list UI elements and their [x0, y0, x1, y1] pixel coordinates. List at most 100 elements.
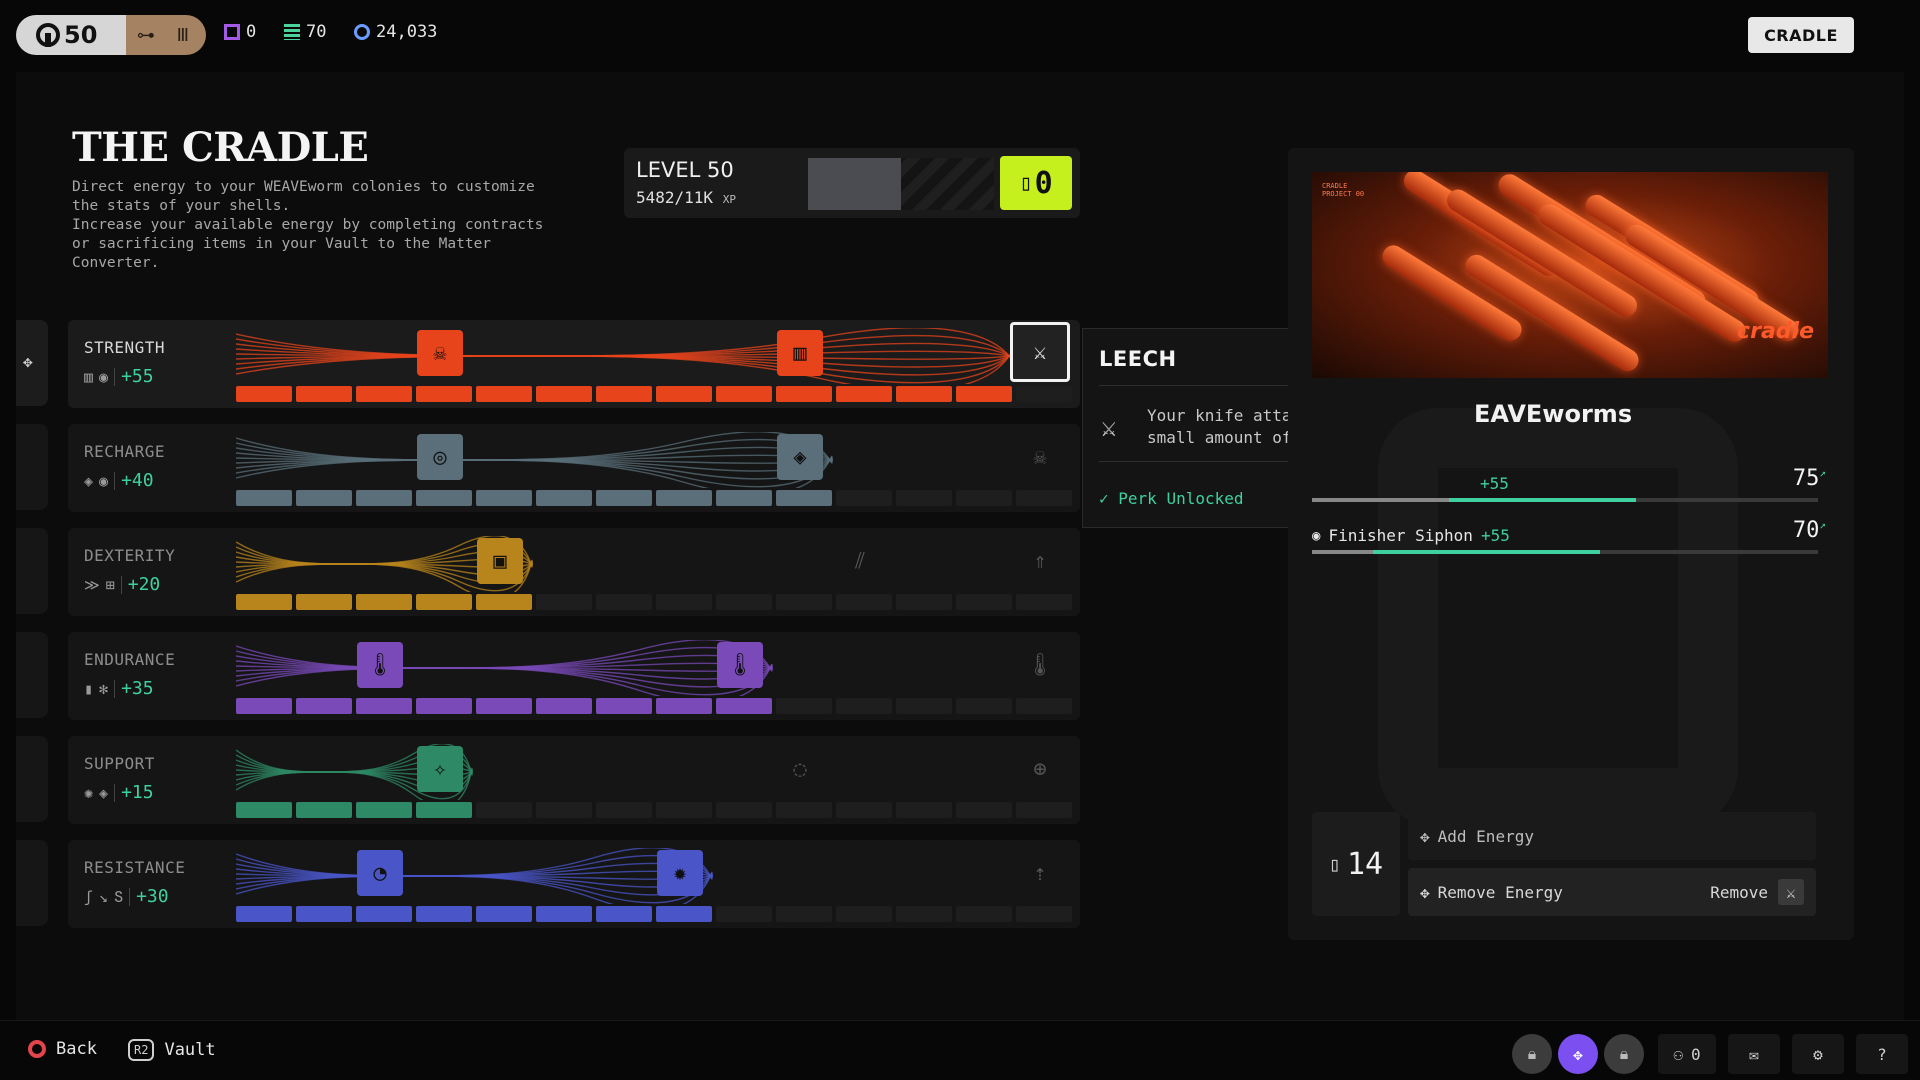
energy-segment-empty [536, 594, 592, 610]
player-level-badge[interactable]: 50 [16, 15, 126, 55]
energy-segment-filled [656, 698, 712, 714]
player-level: 50 [64, 21, 98, 49]
xp-unit: XP [722, 193, 736, 206]
perk-node-selected[interactable]: ⚔ [1010, 322, 1070, 382]
back-button[interactable]: Back [28, 1039, 97, 1059]
stat-row-strength[interactable]: STRENGTH ▥ ◉ +55 ☠ ▥ ⚔ [68, 320, 1080, 408]
perk-node-unlocked[interactable]: ✹ [657, 850, 703, 896]
contracts-stat: 70 [284, 22, 326, 42]
stat-row-dexterity[interactable]: DEXTERITY ≫ ⊞ +20 ▣ ⫽ ⇑ [68, 528, 1080, 616]
loadout-slot-active[interactable]: ✥ [1558, 1034, 1598, 1074]
description-line: Converter. [72, 255, 160, 271]
gear-icon: ⚙ [1813, 1044, 1823, 1064]
strand [236, 442, 833, 488]
add-energy-label: Add Energy [1437, 826, 1534, 846]
energy-segment-empty [656, 594, 712, 610]
dpad-icon: ✥ [1420, 882, 1430, 902]
settings-button[interactable]: ⚙ [1792, 1034, 1844, 1074]
squad-count: 0 [1691, 1044, 1701, 1064]
columns-icon: Ⅲ [176, 24, 190, 46]
help-icon: ? [1877, 1044, 1887, 1064]
help-button[interactable]: ? [1856, 1034, 1908, 1074]
loadout-slot-locked[interactable]: 🔒︎ [1512, 1034, 1552, 1074]
side-tab-strength[interactable]: ✥ [16, 320, 48, 406]
perk-node-locked[interactable]: ⊕ [1017, 746, 1063, 792]
lock-icon: 🔒︎ [1527, 1044, 1537, 1063]
divider [129, 887, 131, 906]
perk-node-locked[interactable]: 🌡︎ [1017, 642, 1063, 688]
remove-energy-button[interactable]: ✥ Remove Energy Remove ⚔ [1408, 868, 1816, 916]
description-line: Direct energy to your WEAVEworm colonies… [72, 179, 535, 195]
perk-node-unlocked[interactable]: ◎ [417, 434, 463, 480]
stat-row-resistance[interactable]: RESISTANCE ʃ ↘ Տ +30 ◔ ✹ ⇡ [68, 840, 1080, 928]
xp-progress-fill [808, 158, 901, 210]
divider [120, 575, 122, 594]
energy-segment-empty [1016, 386, 1072, 402]
stat-row-support[interactable]: SUPPORT ✺ ◈ +15 ✧ ◌ ⊕ [68, 736, 1080, 824]
energy-lane: ☠ ▥ ⚔ [236, 322, 1076, 404]
energy-segment-empty [956, 698, 1012, 714]
energy-segments [236, 802, 1072, 818]
energy-segment-empty [716, 594, 772, 610]
side-tab-dexterity[interactable] [16, 528, 48, 614]
perk-node-unlocked[interactable]: 🌡︎ [717, 642, 763, 688]
energy-segment-filled [476, 490, 532, 506]
perk-node-locked[interactable]: ⇡ [1017, 850, 1063, 896]
perk-node-unlocked[interactable]: ✧ [417, 746, 463, 792]
energy-segment-filled [416, 490, 472, 506]
side-tab-endurance[interactable] [16, 632, 48, 718]
loadout-slot-locked[interactable]: 🔒︎ [1604, 1034, 1644, 1074]
stat-bonus-line: ✺ ◈ +15 [84, 782, 154, 803]
perk-node-unlocked[interactable]: 🌡︎ [357, 642, 403, 688]
perk-node-unlocked[interactable]: ☠ [417, 330, 463, 376]
perk-node-unlocked[interactable]: ▣ [477, 538, 523, 584]
side-tab-resistance[interactable] [16, 840, 48, 926]
energy-segment-filled [416, 698, 472, 714]
perk-node-locked[interactable]: ⫽ [837, 538, 883, 584]
perk-node-locked[interactable]: ◌ [777, 746, 823, 792]
perk-stat-track [1312, 498, 1818, 502]
perk-stat-value: 70↗ [1793, 518, 1826, 543]
energy-segment-empty [896, 906, 952, 922]
energy-segment-filled [236, 802, 292, 818]
stat-row-recharge[interactable]: RECHARGE ◈ ◉ +40 ◎ ◈ ☠ [68, 424, 1080, 512]
energy-segment-empty [776, 594, 832, 610]
divider [114, 679, 116, 698]
energy-segment-filled [536, 490, 592, 506]
vault-label: Vault [164, 1040, 216, 1060]
side-tab-support[interactable] [16, 736, 48, 822]
dpad-icon: ✥ [1420, 826, 1430, 846]
energy-segment-filled [476, 906, 532, 922]
stat-bonus: +20 [127, 574, 161, 595]
cradle-logo: cradle [1737, 319, 1814, 344]
mail-button[interactable]: ✉ [1728, 1034, 1780, 1074]
gamepad-icon: ✥ [23, 352, 33, 371]
energy-segment-empty [1016, 490, 1072, 506]
perk-node-unlocked[interactable]: ◈ [777, 434, 823, 480]
energy-segment-empty [836, 698, 892, 714]
perk-node-locked[interactable]: ☠ [1017, 434, 1063, 480]
add-energy-button[interactable]: ✥ Add Energy [1408, 812, 1816, 860]
squad-button[interactable]: ⚇ 0 [1658, 1034, 1716, 1074]
energy-controls: ▯ 14 ✥ Add Energy ✥ Remove Energy Remove… [1312, 812, 1828, 916]
perk-mini-icon: ↘ [99, 887, 109, 906]
vault-button[interactable]: R2 Vault [128, 1039, 216, 1061]
perk-node-locked[interactable]: ⇑ [1017, 538, 1063, 584]
stat-row-endurance[interactable]: ENDURANCE ▮ ✻ +35 🌡︎ 🌡︎ 🌡︎ [68, 632, 1080, 720]
perk-stat-bonus: +55 [1480, 526, 1510, 545]
side-tab-recharge[interactable] [16, 424, 48, 510]
cradle-button[interactable]: CRADLE [1748, 17, 1854, 53]
stat-bonus-line: ▥ ◉ +55 [84, 366, 154, 387]
energy-segment-empty [776, 698, 832, 714]
check-icon: ✓ [1099, 489, 1109, 508]
stat-bonus-line: ≫ ⊞ +20 [84, 574, 160, 595]
energy-segment-filled [236, 906, 292, 922]
energy-segment-filled [716, 386, 772, 402]
perk-node-unlocked[interactable]: ◔ [357, 850, 403, 896]
energy-segment-filled [416, 594, 472, 610]
energy-segment-filled [476, 386, 532, 402]
perk-node-unlocked[interactable]: ▥ [777, 330, 823, 376]
stat-bonus: +40 [121, 470, 154, 491]
energy-segment-filled [416, 386, 472, 402]
track-icons[interactable]: ⊶ Ⅲ [126, 15, 206, 55]
